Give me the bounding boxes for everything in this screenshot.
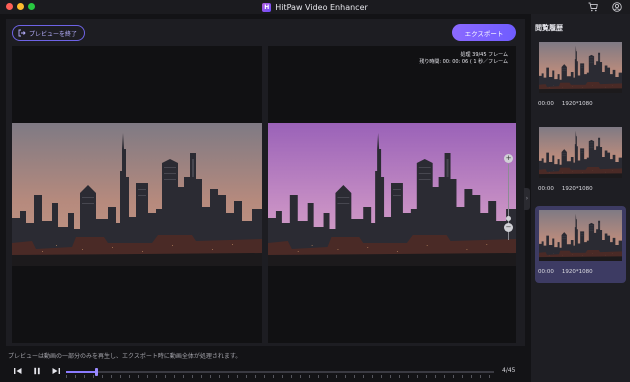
history-resolution: 1920*1080 [561,101,593,107]
maximize-window-button[interactable] [28,3,35,10]
zoom-out-icon[interactable]: − [504,223,513,232]
history-item[interactable]: 00:00 1920*1080 [535,206,626,283]
history-thumbnail [539,127,622,178]
original-video-frame [12,123,262,266]
history-sidebar: 閲覧履歴 00:00 1920*1080 00:00 1920*1080 00:00 19… [531,14,630,382]
zoom-in-icon[interactable]: + [504,154,513,163]
window-controls [6,3,35,10]
history-meta: 00:00 1920*1080 [538,269,593,275]
export-button[interactable]: エクスポート [452,24,516,41]
account-icon[interactable] [612,2,622,12]
frame-counter: 4/45 [502,367,516,374]
history-thumbnail [539,210,622,261]
close-window-button[interactable] [6,3,13,10]
sidebar-collapse-toggle[interactable]: › [524,188,530,210]
title-actions [588,2,622,12]
next-frame-icon[interactable] [51,366,61,376]
zoom-slider-handle[interactable] [506,216,511,221]
history-title: 閲覧履歴 [535,24,563,32]
history-time: 00:00 [538,186,554,192]
app-logo-icon: H [262,2,272,12]
history-thumbnail [539,42,622,93]
app-title: H HitPaw Video Enhancer [262,2,368,12]
enhanced-video-frame [268,123,516,266]
timeline-playhead[interactable] [94,368,98,376]
original-preview-pane [12,46,262,343]
history-meta: 00:00 1920*1080 [538,101,593,107]
history-time: 00:00 [538,269,554,275]
history-item[interactable]: 00:00 1920*1080 [535,123,626,200]
history-time: 00:00 [538,101,554,107]
end-preview-button[interactable]: プレビューを終了 [12,25,86,41]
exit-icon [18,29,26,37]
pause-icon[interactable] [32,366,42,376]
processing-frames: 処理 39/45 フレーム [460,52,508,58]
history-resolution: 1920*1080 [561,186,593,192]
cart-icon[interactable] [588,2,598,12]
history-meta: 00:00 1920*1080 [538,186,593,192]
minimize-window-button[interactable] [17,3,24,10]
title-bar: H HitPaw Video Enhancer [0,0,630,14]
end-preview-label: プレビューを終了 [29,30,78,38]
preview-note: プレビューは動画の一部分のみを再生し、エクスポート時に動画全体が処理されます。 [8,353,242,360]
timeline-track[interactable] [66,368,494,378]
preview-workspace: プレビューを終了 エクスポート 処理 39/45 フレーム 残り時間: 00: … [6,19,525,346]
timeline-ticks [66,375,494,378]
processing-status: 処理 39/45 フレーム 残り時間: 00: 00: 06 ( 1 秒／フレー… [419,52,508,66]
previous-frame-icon[interactable] [13,366,23,376]
history-resolution: 1920*1080 [561,269,593,275]
remaining-time: 残り時間: 00: 00: 06 ( 1 秒／フレーム [419,59,508,65]
history-item[interactable]: 00:00 1920*1080 [535,38,626,115]
timeline-progress [66,371,96,373]
enhanced-preview-pane: 処理 39/45 フレーム 残り時間: 00: 00: 06 ( 1 秒／フレー… [268,46,516,343]
app-title-text: HitPaw Video Enhancer [275,2,368,12]
